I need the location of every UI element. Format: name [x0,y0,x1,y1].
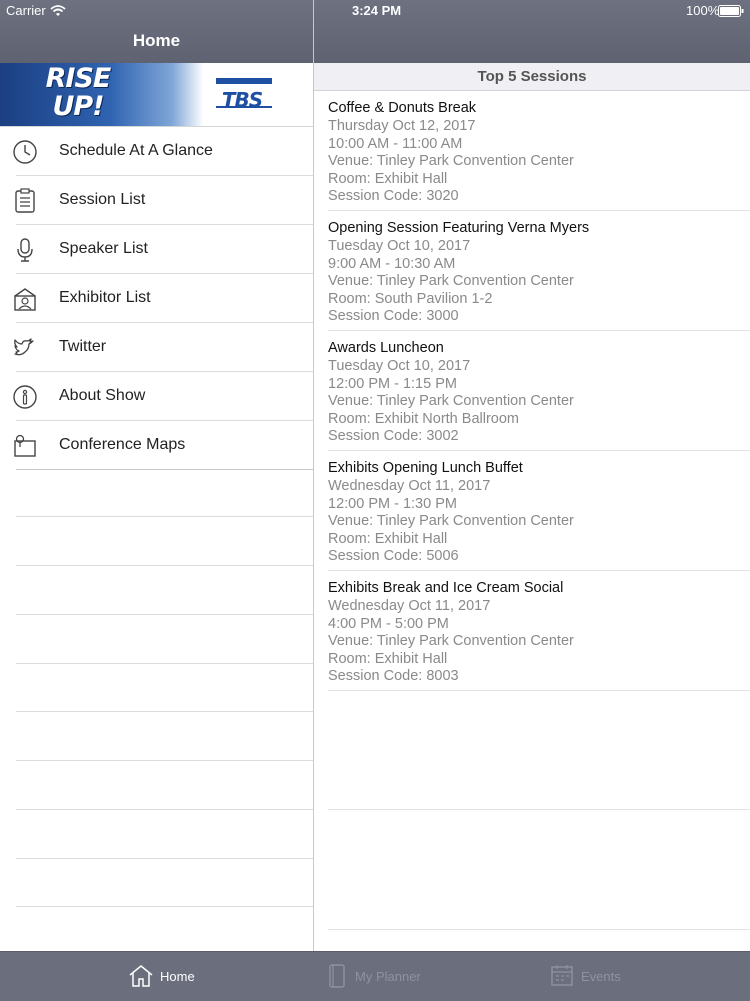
home-icon [128,964,154,993]
session-time: 12:00 PM - 1:15 PM [328,376,457,392]
empty-row-divider [16,516,313,517]
menu-item-schedule-at-a-glance[interactable]: Schedule At A Glance [13,127,313,176]
session-code: Session Code: 3002 [328,428,459,444]
tab-events[interactable]: Events [551,952,631,1001]
status-time: 3:24 PM [352,3,402,18]
empty-row-divider [16,663,313,664]
session-time: 9:00 AM - 10:30 AM [328,256,456,272]
map-icon [12,433,38,459]
session-item[interactable]: Coffee & Donuts Break Thursday Oct 12, 2… [328,91,750,211]
rise-up-logo: RISE UP! [45,63,112,122]
menu-item-conference-maps[interactable]: Conference Maps [14,421,313,470]
session-venue: Venue: Tinley Park Convention Center [328,633,574,649]
session-title: Awards Luncheon [328,340,444,356]
session-item[interactable]: Awards Luncheon Tuesday Oct 10, 2017 12:… [328,331,750,451]
empty-row-divider [16,809,313,810]
tab-my-planner[interactable]: My Planner [328,952,428,1001]
session-code: Session Code: 8003 [328,668,459,684]
battery-icon [718,4,744,22]
session-code: Session Code: 3020 [328,188,459,204]
microphone-icon [12,237,38,263]
session-time: 4:00 PM - 5:00 PM [328,616,449,632]
session-room: Room: Exhibit North Ballroom [328,411,519,427]
wifi-icon [50,4,66,22]
battery-percentage: 100% [686,3,720,18]
info-icon [12,384,38,410]
tab-bar: Home My Planner Events [0,951,750,1001]
clock-icon [12,139,38,165]
exhibitor-icon [12,286,38,312]
session-code: Session Code: 5006 [328,548,459,564]
tab-label: My Planner [355,969,421,984]
sessions-header: Top 5 Sessions [314,63,750,91]
session-date: Thursday Oct 12, 2017 [328,118,476,134]
menu-item-session-list[interactable]: Session List [15,176,313,225]
session-venue: Venue: Tinley Park Convention Center [328,513,574,529]
menu-item-label: Conference Maps [59,436,186,453]
session-item[interactable]: Exhibits Opening Lunch Buffet Wednesday … [328,451,750,571]
empty-row-divider [16,565,313,566]
twitter-icon [12,335,38,361]
session-item[interactable]: Exhibits Break and Ice Cream Social Wedn… [328,571,750,691]
session-room: Room: South Pavilion 1-2 [328,291,493,307]
session-time: 12:00 PM - 1:30 PM [328,496,457,512]
sessions-title: Top 5 Sessions [477,68,587,85]
session-time: 10:00 AM - 11:00 AM [328,136,463,152]
empty-row-divider [328,929,750,930]
empty-row-divider [16,760,313,761]
empty-row-divider [16,906,313,907]
event-banner: RISE UP! TBS [0,63,313,127]
menu-item-label: Exhibitor List [59,289,151,306]
session-venue: Venue: Tinley Park Convention Center [328,393,574,409]
tab-label: Home [160,969,195,984]
calendar-icon [551,964,573,991]
session-venue: Venue: Tinley Park Convention Center [328,153,574,169]
menu-item-label: Session List [59,191,146,208]
session-code: Session Code: 3000 [328,308,459,324]
session-date: Tuesday Oct 10, 2017 [328,238,471,254]
session-room: Room: Exhibit Hall [328,651,448,667]
sessions-list: Coffee & Donuts Break Thursday Oct 12, 2… [328,91,750,691]
tab-label: Events [581,969,621,984]
session-room: Room: Exhibit Hall [328,531,448,547]
menu-item-exhibitor-list[interactable]: Exhibitor List [14,274,313,323]
clipboard-icon [12,188,38,214]
session-title: Coffee & Donuts Break [328,100,477,116]
session-venue: Venue: Tinley Park Convention Center [328,273,574,289]
menu-item-label: Schedule At A Glance [59,142,213,159]
menu-item-label: Twitter [59,338,107,355]
pane-divider [313,0,314,951]
session-room: Room: Exhibit Hall [328,171,448,187]
empty-row-divider [16,614,313,615]
empty-row-divider [16,858,313,859]
planner-icon [328,964,346,993]
session-title: Opening Session Featuring Verna Myers [328,220,590,236]
session-date: Wednesday Oct 11, 2017 [328,478,491,494]
menu-item-twitter[interactable]: Twitter [14,323,313,372]
session-title: Exhibits Opening Lunch Buffet [328,460,523,476]
side-menu: Schedule At A Glance Session List Speake… [0,127,313,470]
tab-home[interactable]: Home [128,952,208,1001]
menu-item-speaker-list[interactable]: Speaker List [16,225,313,274]
session-date: Tuesday Oct 10, 2017 [328,358,471,374]
session-item[interactable]: Opening Session Featuring Verna Myers Tu… [328,211,750,331]
empty-row-divider [328,809,750,810]
tbs-logo: TBS [210,76,274,114]
nav-title: Home [132,31,181,50]
session-date: Wednesday Oct 11, 2017 [328,598,491,614]
status-carrier: Carrier [6,3,46,18]
menu-item-about-show[interactable]: About Show [13,372,313,421]
session-title: Exhibits Break and Ice Cream Social [328,580,564,596]
empty-row-divider [16,711,313,712]
menu-item-label: Speaker List [59,240,148,257]
menu-item-label: About Show [59,387,146,404]
